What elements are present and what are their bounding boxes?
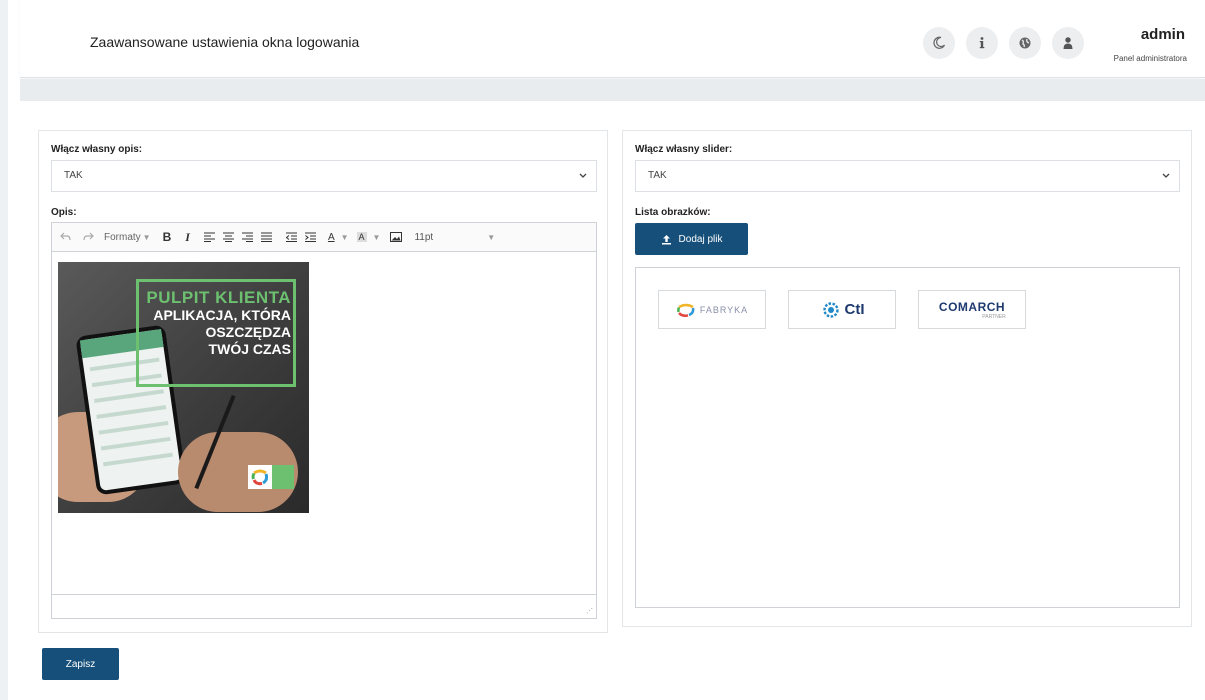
editor-status-bar: ⋰ bbox=[52, 594, 596, 618]
background-color-button[interactable]: A bbox=[356, 227, 367, 247]
promo-image: PULPIT KLIENTA APLIKACJA, KTÓRA OSZCZĘDZ… bbox=[58, 262, 309, 513]
caret-down-icon: ▼ bbox=[142, 232, 151, 242]
page-title: Zaawansowane ustawienia okna logowania bbox=[90, 34, 360, 50]
insert-image-icon[interactable] bbox=[390, 227, 403, 247]
promo-line-1: APLIKACJA, KTÓRA bbox=[153, 307, 291, 323]
redo-icon[interactable] bbox=[83, 227, 94, 247]
fabryka-logo-icon bbox=[248, 465, 272, 489]
promo-heading: PULPIT KLIENTA bbox=[146, 288, 291, 307]
font-size-dropdown[interactable]: 11pt ▼ bbox=[414, 227, 495, 247]
promo-line-3: TWÓJ CZAS bbox=[208, 341, 291, 357]
chevron-down-icon bbox=[578, 161, 588, 204]
align-justify-icon[interactable] bbox=[260, 227, 272, 247]
left-rail bbox=[0, 0, 8, 700]
outdent-icon[interactable] bbox=[285, 227, 297, 247]
description-label: Opis: bbox=[51, 207, 77, 218]
font-size-caret-icon: ▼ bbox=[487, 232, 496, 242]
custom-description-value: TAK bbox=[64, 170, 83, 181]
user-icon[interactable] bbox=[1052, 27, 1084, 59]
background-color-label: A bbox=[356, 232, 367, 242]
undo-icon[interactable] bbox=[60, 227, 71, 247]
chevron-down-icon bbox=[1161, 161, 1171, 204]
editor-content-area[interactable]: PULPIT KLIENTA APLIKACJA, KTÓRA OSZCZĘDZ… bbox=[52, 252, 596, 595]
italic-button[interactable]: I bbox=[185, 227, 190, 247]
thumbnail-comarch-sub: PARTNER bbox=[982, 313, 1006, 320]
thumbnail-fabryka-text: FABRYKA bbox=[699, 304, 749, 315]
save-button[interactable]: Zapisz bbox=[42, 648, 119, 680]
formats-label: Formaty bbox=[104, 231, 141, 243]
content-header-band bbox=[20, 79, 1205, 101]
cti-logo-icon bbox=[822, 301, 839, 318]
promo-logo bbox=[248, 465, 294, 489]
save-label: Zapisz bbox=[65, 658, 96, 670]
image-list-label: Lista obrazków: bbox=[635, 207, 711, 218]
thumbnail-fabryka[interactable]: FABRYKA bbox=[658, 290, 766, 329]
fabryka-logo-icon bbox=[676, 303, 695, 317]
thumbnail-comarch[interactable]: COMARCH PARTNER bbox=[918, 290, 1026, 329]
editor-toolbar: Formaty ▼ B I A ▼ A ▼ 11pt ▼ bbox=[52, 223, 596, 252]
formats-dropdown[interactable]: Formaty ▼ bbox=[104, 227, 151, 247]
align-center-icon[interactable] bbox=[222, 227, 234, 247]
text-color-caret-icon[interactable]: ▼ bbox=[341, 233, 349, 242]
text-color-button[interactable]: A bbox=[328, 227, 335, 247]
indent-icon[interactable] bbox=[304, 227, 316, 247]
thumbnail-cti[interactable]: CtI bbox=[788, 290, 896, 329]
image-list: FABRYKA CtI COMARCH PARTNER bbox=[635, 267, 1180, 608]
text-color-label: A bbox=[327, 231, 335, 243]
add-file-label: Dodaj plik bbox=[678, 233, 723, 245]
rich-text-editor[interactable]: Formaty ▼ B I A ▼ A ▼ 11pt ▼ PULPIT KLIE… bbox=[51, 222, 597, 619]
custom-description-label: Włącz własny opis: bbox=[51, 144, 143, 155]
custom-description-select[interactable]: TAK bbox=[51, 160, 597, 192]
custom-slider-value: TAK bbox=[648, 170, 667, 181]
user-role: Panel administratora bbox=[1113, 54, 1187, 63]
user-name[interactable]: admin bbox=[1141, 26, 1185, 43]
promo-line-2: OSZCZĘDZA bbox=[205, 324, 291, 340]
align-left-icon[interactable] bbox=[203, 227, 215, 247]
align-right-icon[interactable] bbox=[241, 227, 253, 247]
font-size-value: 11pt bbox=[414, 231, 434, 243]
bold-button[interactable]: B bbox=[163, 227, 172, 247]
add-file-button[interactable]: Dodaj plik bbox=[635, 223, 748, 255]
custom-slider-label: Włącz własny slider: bbox=[635, 144, 733, 155]
upload-icon bbox=[661, 234, 671, 244]
info-icon[interactable] bbox=[966, 27, 998, 59]
thumbnail-cti-text: CtI bbox=[844, 301, 865, 318]
moon-icon[interactable] bbox=[923, 27, 955, 59]
background-color-caret-icon[interactable]: ▼ bbox=[373, 233, 381, 242]
top-bar: Zaawansowane ustawienia okna logowania a… bbox=[20, 0, 1205, 78]
custom-slider-select[interactable]: TAK bbox=[635, 160, 1180, 192]
globe-icon[interactable] bbox=[1009, 27, 1041, 59]
thumbnail-comarch-text: COMARCH bbox=[938, 299, 1006, 314]
resize-handle-icon[interactable]: ⋰ bbox=[586, 607, 593, 615]
